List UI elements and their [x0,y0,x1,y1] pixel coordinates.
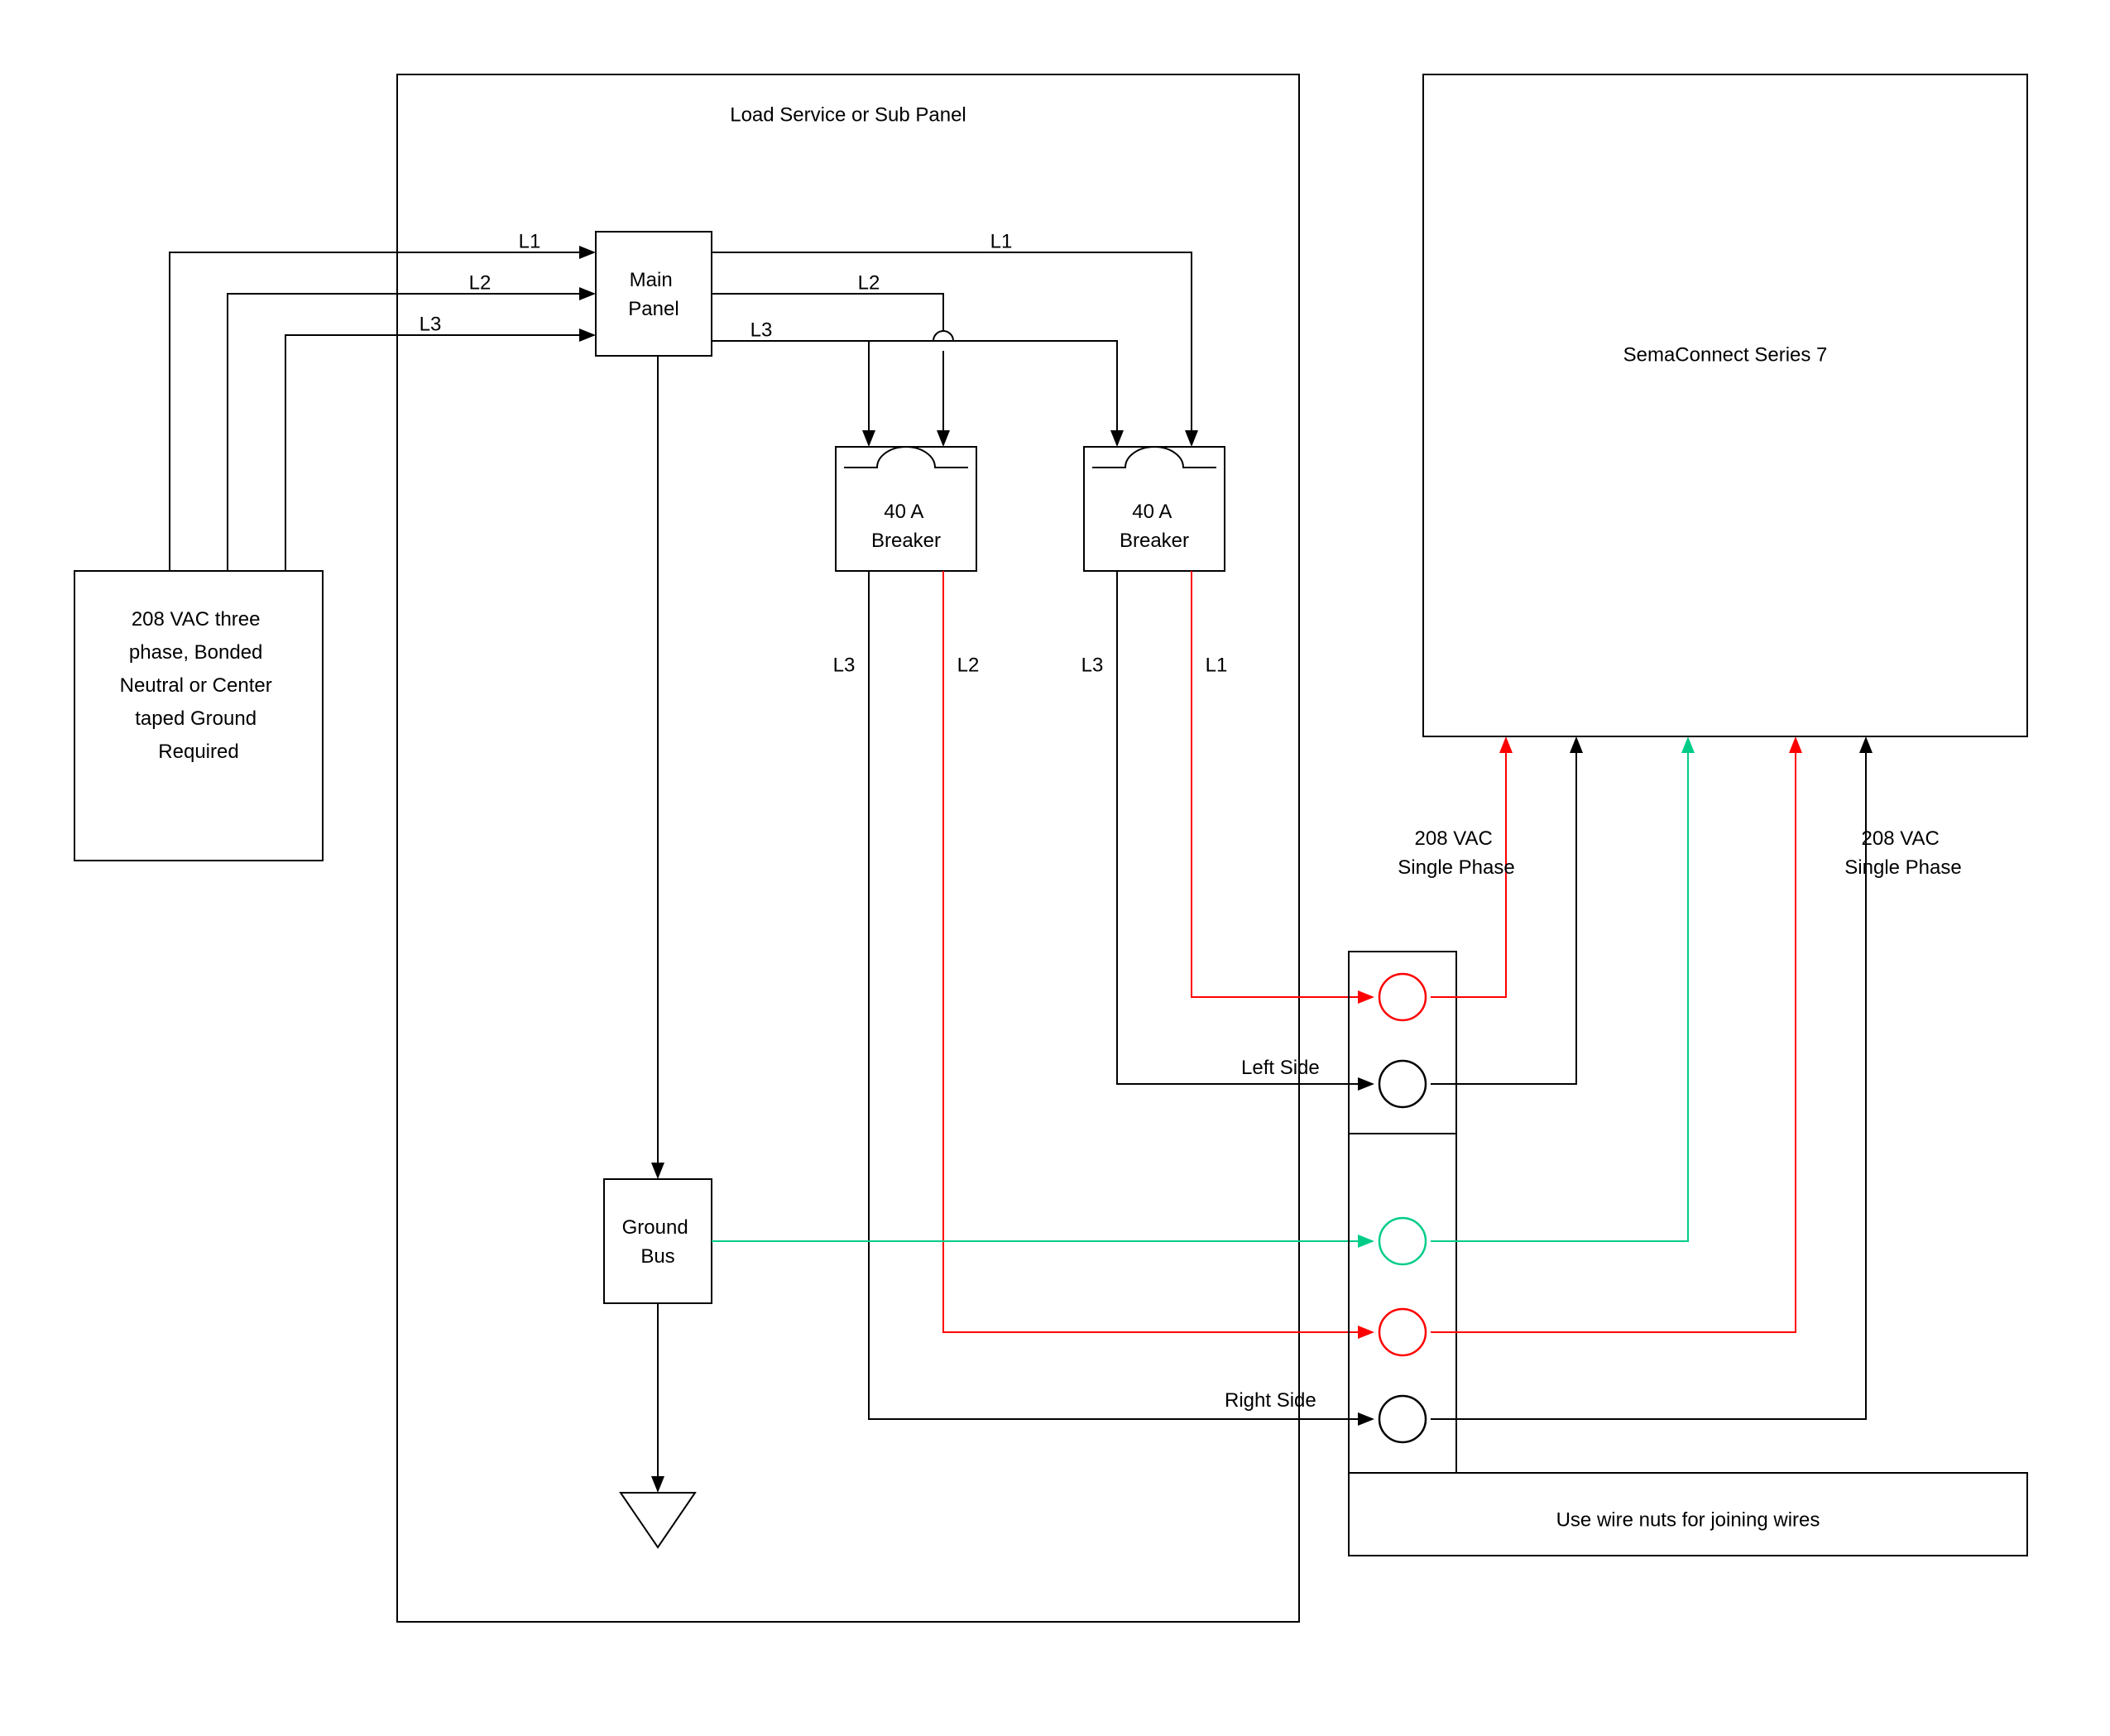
terminal-1 [1379,974,1426,1020]
device-input1-label: 208 VAC Single Phase [1398,827,1514,879]
label-mp-L2: L2 [858,271,880,294]
semaconnect-title: SemaConnect Series 7 [1623,343,1828,366]
label-L1-in: L1 [519,230,541,252]
arrow-ground-out [1358,1235,1374,1248]
semaconnect-box [1423,74,2027,736]
wire-source-L3 [285,335,584,571]
wire-t2-device [1431,748,1576,1084]
wire-mp-L2a [712,294,943,331]
wire-mp-L2-hop [933,331,953,341]
left-side-label: Left Side [1241,1057,1320,1079]
right-side-label: Right Side [1225,1389,1316,1412]
wire-b2-L3 [1117,571,1363,1084]
arrow-b2-left [1110,430,1124,447]
arrow-b2-right [1185,430,1198,447]
label-b1-L2-out: L2 [957,654,980,676]
arrow-t1-dev [1499,736,1513,753]
arrow-L3-in [579,328,596,342]
arrow-b2-L3-out [1358,1077,1374,1091]
wire-b2-L1 [1192,571,1363,997]
arrow-L2-in [579,287,596,300]
svg-text:40 A Breaker: 40 A Breaker [871,501,941,552]
arrow-b1-L2-out [1358,1326,1374,1339]
terminal-strip: Left Side Right Side [1225,952,1456,1473]
label-b1-L3-out: L3 [833,654,856,676]
label-mp-L3: L3 [750,319,773,341]
ground-bus-box [604,1179,712,1303]
terminal-5 [1379,1396,1426,1442]
sub-panel-box [397,74,1299,1622]
terminal-2 [1379,1061,1426,1107]
arrow-b1-right [937,430,950,447]
label-L3-in: L3 [420,313,442,335]
arrow-ground-in [651,1163,664,1179]
terminal-3 [1379,1218,1426,1264]
breaker-2: 40 A Breaker [1084,447,1225,571]
breaker-1: 40 A Breaker [836,447,976,571]
arrow-b1-L3-out [1358,1412,1374,1426]
wire-mp-L3-right [712,341,1117,435]
label-mp-L1: L1 [990,230,1013,252]
arrow-b1-left [862,430,875,447]
main-panel-label: Main Panel [628,269,679,320]
wire-source-L1 [170,252,584,571]
label-L2-in: L2 [469,271,492,294]
label-b2-L1-out: L1 [1206,654,1228,676]
svg-text:40 A Breaker: 40 A Breaker [1120,501,1189,552]
main-panel-box [596,232,712,356]
arrow-t2-dev [1570,736,1583,753]
arrow-ground-earth [651,1476,664,1493]
arrow-t4-dev [1789,736,1802,753]
earth-symbol [621,1493,695,1547]
label-b2-L3-out: L3 [1081,654,1104,676]
wire-t3-device [1431,748,1688,1241]
panel-title: Load Service or Sub Panel [730,103,966,126]
terminal-4 [1379,1309,1426,1355]
wiring-diagram: Load Service or Sub Panel SemaConnect Se… [0,0,2110,1736]
arrow-t5-dev [1859,736,1873,753]
wire-nuts-label: Use wire nuts for joining wires [1556,1508,1820,1531]
source-label: 208 VAC three phase, Bonded Neutral or C… [120,608,278,763]
arrow-L1-in [579,246,596,259]
device-input2-label: 208 VAC Single Phase [1844,827,1961,879]
ground-bus-label: Ground Bus [622,1216,694,1268]
wire-mp-L1 [712,252,1192,435]
arrow-t3-dev [1681,736,1695,753]
arrow-b2-L1-out [1358,990,1374,1004]
